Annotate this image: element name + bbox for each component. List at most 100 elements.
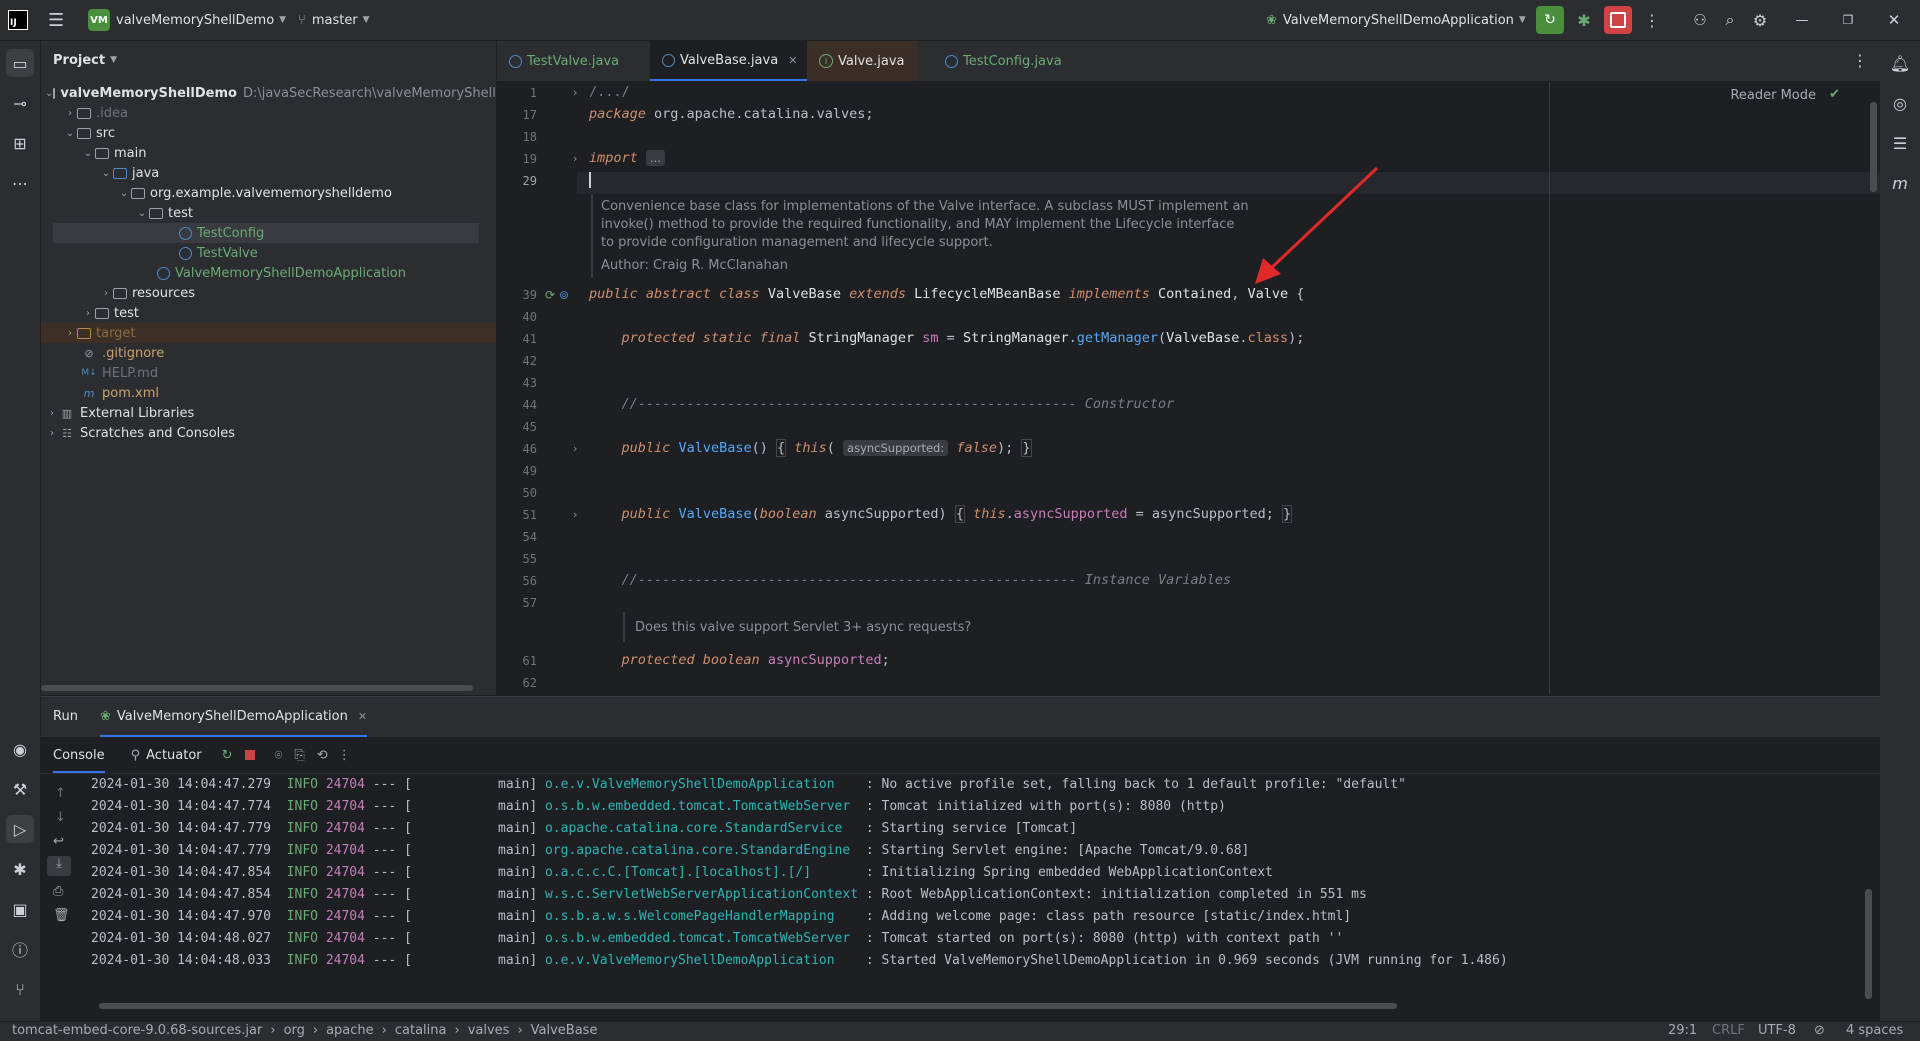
chevron-right-icon: › (86, 307, 90, 319)
close-tab-icon[interactable]: ✕ (358, 710, 367, 723)
annotation-arrow (1255, 166, 1379, 284)
debug-bug-icon[interactable]: ✱ (6, 855, 34, 883)
breadcrumb-item[interactable]: apache (326, 1023, 374, 1038)
search-icon[interactable]: ⌕ (1716, 6, 1744, 34)
tree-item-application[interactable]: ValveMemoryShellDemoApplication (41, 263, 496, 283)
project-selector[interactable]: VM valveMemoryShellDemo ▼ (88, 0, 286, 40)
breadcrumb-item[interactable]: catalina (395, 1023, 447, 1038)
minimize-icon[interactable]: — (1788, 6, 1816, 34)
vertical-scrollbar[interactable] (1865, 889, 1872, 999)
ai-assistant-icon[interactable]: ◎ (1886, 89, 1914, 117)
rerun-icon[interactable]: ↻ (222, 748, 233, 763)
tab-run-application[interactable]: ❀ ValveMemoryShellDemoApplication ✕ (99, 697, 368, 737)
tree-item-package[interactable]: ⌄ org.example.valvememoryshelldemo (41, 183, 496, 203)
git-icon[interactable]: ⑂ (6, 975, 34, 1003)
notifications-bell-icon[interactable]: 🔔︎ (1886, 49, 1914, 77)
folder-icon (77, 127, 91, 139)
project-panel-header[interactable]: Project ▼ (41, 41, 496, 79)
tab-run[interactable]: Run (53, 709, 78, 726)
indent-setting[interactable]: 4 spaces (1846, 1023, 1903, 1038)
tab-valve[interactable]: I Valve.java (807, 41, 917, 81)
implementation-marker-icon[interactable]: ⟳ (545, 288, 555, 302)
branch-selector[interactable]: ⑂ master ▼ (298, 0, 370, 40)
restore-icon[interactable]: ❐ (1834, 6, 1862, 34)
tab-testconfig[interactable]: TestConfig.java (933, 41, 1074, 81)
inherited-marker-icon[interactable]: ⊚ (559, 288, 569, 302)
project-folder-icon[interactable]: ▭ (6, 49, 34, 77)
problems-icon[interactable]: ⓘ (6, 935, 34, 963)
services-icon[interactable]: ◉ (6, 735, 34, 763)
tab-console[interactable]: Console (53, 748, 105, 773)
tree-item-java[interactable]: ⌄ java (41, 163, 496, 183)
tree-item-root[interactable]: ⌄ valveMemoryShellDemo D:\javaSecResearc… (41, 83, 496, 103)
ignore-file-icon: ⊘ (84, 346, 94, 360)
stop-icon[interactable] (244, 750, 255, 760)
tree-item-test-folder[interactable]: › test (41, 303, 496, 323)
tree-item-src[interactable]: ⌄ src (41, 123, 496, 143)
tree-item-scratches[interactable]: › ☷ Scratches and Consoles (41, 423, 496, 443)
maven-icon[interactable]: m (1886, 169, 1914, 197)
terminal-icon[interactable]: ▣ (6, 895, 34, 923)
debug-icon[interactable]: ✱ (1570, 6, 1598, 34)
log-pid: 24704 (325, 777, 365, 792)
more-vertical-icon[interactable]: ⋮ (338, 748, 351, 763)
more-horizontal-icon[interactable]: ⋯ (6, 169, 34, 197)
excluded-folder-icon (77, 327, 91, 339)
line-separator[interactable]: CRLF (1712, 1023, 1745, 1038)
breadcrumb-item[interactable]: valves (468, 1023, 510, 1038)
line-number: 42 (522, 354, 537, 368)
vertical-scrollbar[interactable] (1870, 102, 1877, 192)
breadcrumb-item[interactable]: ValveBase (531, 1023, 598, 1038)
run-icon[interactable]: ▷ (6, 815, 34, 843)
line-number: 56 (522, 574, 537, 588)
main-menu-icon[interactable]: ☰ (48, 0, 64, 40)
more-vertical-icon[interactable]: ⋮ (1638, 6, 1666, 34)
log-logger: o.e.v.ValveMemoryShellDemoApplication (544, 953, 859, 968)
tree-item-testvalve[interactable]: TestValve (41, 243, 496, 263)
tab-actuator[interactable]: ⚲ Actuator (131, 748, 202, 763)
breadcrumb-item[interactable]: org (284, 1023, 305, 1038)
tree-item-pom[interactable]: m pom.xml (41, 383, 496, 403)
tree-item-main[interactable]: ⌄ main (41, 143, 496, 163)
log-pid: 24704 (325, 843, 365, 858)
more-vertical-icon[interactable]: ⋮ (1852, 51, 1868, 70)
line-number: 29 (522, 174, 537, 188)
database-icon[interactable]: ☰ (1886, 129, 1914, 157)
app-logo-icon[interactable]: IJ (8, 0, 28, 40)
tree-item-idea[interactable]: › .idea (41, 103, 496, 123)
restore-layout-icon[interactable]: ⟲ (317, 748, 328, 763)
horizontal-scrollbar[interactable] (99, 1003, 1397, 1009)
caret-position[interactable]: 29:1 (1668, 1023, 1697, 1038)
reader-mode-button[interactable]: Reader Mode (1730, 88, 1816, 103)
structure-icon[interactable]: ⊞ (6, 129, 34, 157)
console-output[interactable]: 2024-01-30 14:04:47.279 INFO 24704 --- [… (41, 777, 1841, 997)
readonly-lock-icon[interactable]: ⊘ (1814, 1023, 1825, 1038)
stop-button[interactable] (1604, 6, 1632, 34)
build-hammer-icon[interactable]: ⚒ (6, 775, 34, 803)
run-config-selector[interactable]: ❀ ValveMemoryShellDemoApplication ▼ (1266, 0, 1526, 40)
tree-item-target[interactable]: › target (41, 323, 496, 343)
tree-item-gitignore[interactable]: ⊘ .gitignore (41, 343, 496, 363)
tree-item-resources[interactable]: › resources (41, 283, 496, 303)
doc-comment-author: Author: Craig R. McClanahan (601, 258, 788, 273)
tree-item-testconfig[interactable]: TestConfig (53, 223, 479, 243)
code-editor[interactable]: /.../ package org.apache.catalina.valves… (577, 82, 1880, 694)
commit-icon[interactable]: ⊸ (6, 89, 34, 117)
tab-testvalve[interactable]: TestValve.java (497, 41, 631, 81)
tree-item-help[interactable]: M↓ HELP.md (41, 363, 496, 383)
breadcrumb-item[interactable]: tomcat-embed-core-9.0.68-sources.jar (12, 1023, 262, 1038)
horizontal-scrollbar[interactable] (41, 685, 473, 691)
doc-comment-line: invoke() method to provide the required … (601, 217, 1235, 232)
close-icon[interactable]: ✕ (1880, 6, 1908, 34)
camera-icon[interactable]: ⌾ (275, 748, 283, 763)
tab-valvebase[interactable]: ValveBase.java ✕ (650, 41, 810, 81)
close-tab-icon[interactable]: ✕ (788, 54, 797, 67)
gear-icon[interactable]: ⚙ (1746, 6, 1774, 34)
tree-item-external-libraries[interactable]: › ▥ External Libraries (41, 403, 496, 423)
add-user-icon[interactable]: ⚇ (1686, 6, 1714, 34)
dump-threads-icon[interactable]: ⎘ (294, 748, 304, 763)
rerun-button[interactable]: ↻ (1536, 6, 1564, 34)
tree-item-test-package[interactable]: ⌄ test (41, 203, 496, 223)
file-encoding[interactable]: UTF-8 (1758, 1023, 1796, 1038)
run-config-name: ValveMemoryShellDemoApplication (1282, 12, 1514, 28)
